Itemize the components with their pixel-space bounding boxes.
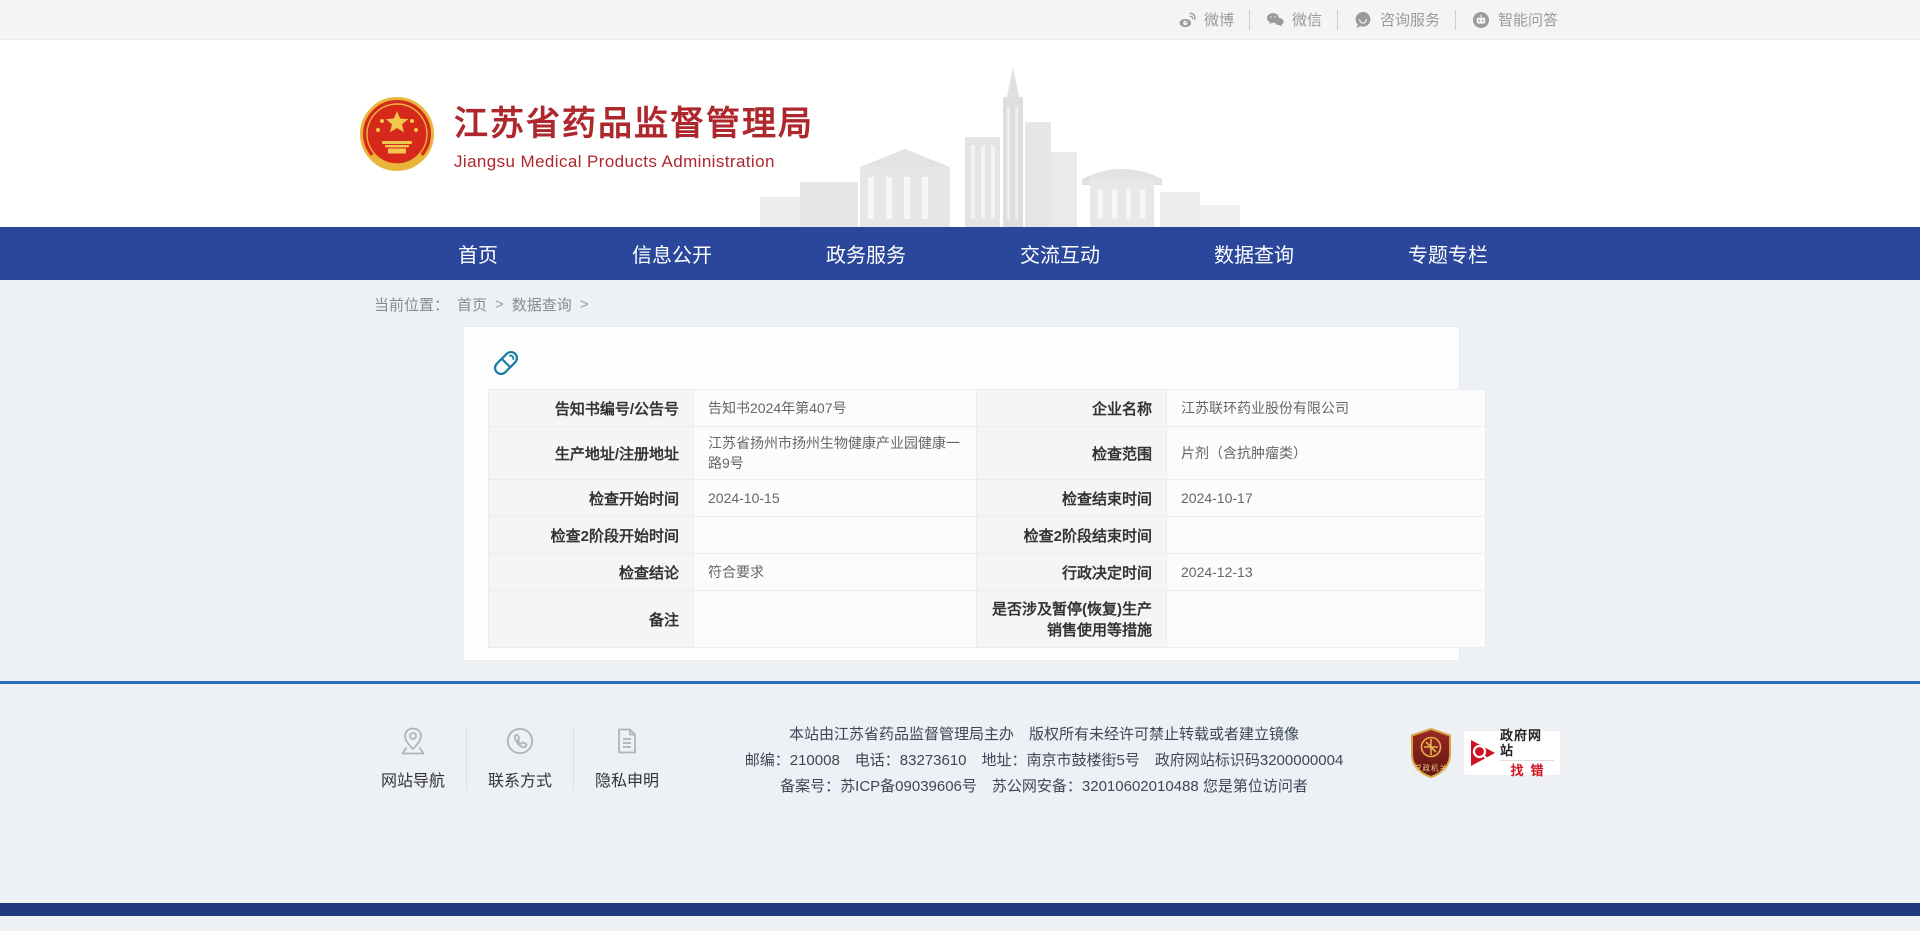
site-logo[interactable]: 江苏省药品监督管理局 Jiangsu Medical Products Admi… — [360, 96, 814, 172]
weibo-link[interactable]: 微博 — [1162, 10, 1249, 30]
footer: 网站导航 联系方式 隐私申明 本站由江 — [0, 681, 1920, 931]
breadcrumb-separator: > — [580, 296, 589, 313]
footer-link-privacy-label: 隐私申明 — [595, 767, 659, 791]
field-value-conclusion: 符合要求 — [694, 554, 977, 591]
main-content-area: 当前位置： 首页 > 数据查询 > 告知书编号/公告号 告知书2024年第407… — [0, 280, 1920, 681]
field-value-remarks — [694, 591, 977, 648]
top-utility-bar: 微博 微信 咨询服务 — [0, 0, 1920, 40]
breadcrumb-prefix: 当前位置： — [374, 294, 449, 315]
site-title: 江苏省药品监督管理局 — [454, 96, 814, 145]
table-row: 检查结论 符合要求 行政决定时间 2024-12-13 — [489, 554, 1486, 591]
phone-icon — [505, 726, 535, 756]
field-value-end-date: 2024-10-17 — [1167, 480, 1486, 517]
field-value-address: 江苏省扬州市扬州生物健康产业园健康一路9号 — [694, 427, 977, 480]
field-label-conclusion: 检查结论 — [489, 554, 694, 591]
field-value-phase2-end — [1167, 517, 1486, 554]
nav-item-info-disclosure[interactable]: 信息公开 — [590, 227, 754, 280]
error-report-badge-text: 政府网站 找错 — [1500, 728, 1554, 779]
field-value-notice-number: 告知书2024年第407号 — [694, 390, 977, 427]
field-label-phase2-end: 检查2阶段结束时间 — [977, 517, 1167, 554]
magnifier-flag-icon — [1466, 736, 1500, 770]
smart-qa-label: 智能问答 — [1498, 9, 1558, 30]
nav-item-gov-services[interactable]: 政务服务 — [784, 227, 948, 280]
footer-link-sitemap-label: 网站导航 — [381, 767, 445, 791]
footer-link-group: 网站导航 联系方式 隐私申明 — [360, 726, 680, 791]
bottom-accent-strip — [0, 903, 1920, 916]
field-value-inspection-scope: 片剂（含抗肿瘤类） — [1167, 427, 1486, 480]
robot-icon — [1471, 10, 1491, 30]
footer-line-icp: 备案号：苏ICP备09039606号 苏公网安备：32010602010488 … — [688, 774, 1400, 800]
field-label-remarks: 备注 — [489, 591, 694, 648]
weibo-icon — [1177, 10, 1197, 30]
nav-item-data-query[interactable]: 数据查询 — [1172, 227, 1336, 280]
site-subtitle: Jiangsu Medical Products Administration — [454, 152, 814, 172]
inspection-detail-card: 告知书编号/公告号 告知书2024年第407号 企业名称 江苏联环药业股份有限公… — [463, 326, 1460, 661]
table-row: 检查2阶段开始时间 检查2阶段结束时间 — [489, 517, 1486, 554]
footer-link-contact-label: 联系方式 — [488, 767, 552, 791]
map-pin-icon — [398, 726, 428, 756]
field-label-suspension-measures: 是否涉及暂停(恢复)生产销售使用等措施 — [977, 591, 1167, 648]
field-label-start-date: 检查开始时间 — [489, 480, 694, 517]
breadcrumb-link-data-query[interactable]: 数据查询 — [512, 294, 572, 315]
wechat-link[interactable]: 微信 — [1249, 10, 1337, 30]
footer-link-contact[interactable]: 联系方式 — [466, 726, 573, 791]
field-value-decision-date: 2024-12-13 — [1167, 554, 1486, 591]
gov-site-error-report-badge[interactable]: 政府网站 找错 — [1464, 731, 1560, 775]
smart-qa-link[interactable]: 智能问答 — [1455, 10, 1560, 30]
breadcrumb-separator: > — [495, 296, 504, 313]
site-header: 江苏省药品监督管理局 Jiangsu Medical Products Admi… — [0, 40, 1920, 227]
site-title-block: 江苏省药品监督管理局 Jiangsu Medical Products Admi… — [454, 96, 814, 172]
field-value-phase2-start — [694, 517, 977, 554]
consult-service-label: 咨询服务 — [1380, 9, 1440, 30]
field-label-phase2-start: 检查2阶段开始时间 — [489, 517, 694, 554]
table-row: 备注 是否涉及暂停(恢复)生产销售使用等措施 — [489, 591, 1486, 648]
shield-badge-label: 党政机关 — [1414, 763, 1448, 773]
chat-bubble-icon — [1353, 10, 1373, 30]
table-row: 检查开始时间 2024-10-15 检查结束时间 2024-10-17 — [489, 480, 1486, 517]
pill-capsule-icon — [490, 347, 522, 379]
error-report-badge-line2: 找错 — [1500, 760, 1554, 779]
field-label-decision-date: 行政决定时间 — [977, 554, 1167, 591]
footer-link-privacy[interactable]: 隐私申明 — [573, 726, 680, 791]
field-label-address: 生产地址/注册地址 — [489, 427, 694, 480]
field-value-company-name: 江苏联环药业股份有限公司 — [1167, 390, 1486, 427]
field-label-end-date: 检查结束时间 — [977, 480, 1167, 517]
footer-link-sitemap[interactable]: 网站导航 — [360, 726, 466, 791]
footer-info-text: 本站由江苏省药品监督管理局主办 版权所有未经许可禁止转载或者建立镜像 邮编：21… — [680, 722, 1408, 800]
table-row: 生产地址/注册地址 江苏省扬州市扬州生物健康产业园健康一路9号 检查范围 片剂（… — [489, 427, 1486, 480]
breadcrumb-link-home[interactable]: 首页 — [457, 294, 487, 315]
nav-item-special-topics[interactable]: 专题专栏 — [1366, 227, 1530, 280]
document-icon — [612, 726, 642, 756]
field-label-notice-number: 告知书编号/公告号 — [489, 390, 694, 427]
table-row: 告知书编号/公告号 告知书2024年第407号 企业名称 江苏联环药业股份有限公… — [489, 390, 1486, 427]
nav-item-home[interactable]: 首页 — [396, 227, 560, 280]
error-report-badge-line1: 政府网站 — [1500, 728, 1554, 758]
field-value-start-date: 2024-10-15 — [694, 480, 977, 517]
wechat-label: 微信 — [1292, 9, 1322, 30]
field-value-suspension-measures — [1167, 591, 1486, 648]
national-emblem-icon — [360, 97, 434, 171]
wechat-icon — [1265, 10, 1285, 30]
city-skyline-graphic — [760, 67, 1240, 227]
main-navigation: 首页 信息公开 政务服务 交流互动 数据查询 专题专栏 — [0, 227, 1920, 280]
party-gov-shield-badge[interactable]: 党政机关 — [1408, 727, 1454, 779]
consult-service-link[interactable]: 咨询服务 — [1337, 10, 1455, 30]
footer-badges: 党政机关 政府网站 找错 — [1408, 726, 1560, 779]
footer-line-host: 本站由江苏省药品监督管理局主办 版权所有未经许可禁止转载或者建立镜像 — [688, 722, 1400, 748]
weibo-label: 微博 — [1204, 9, 1234, 30]
inspection-detail-table: 告知书编号/公告号 告知书2024年第407号 企业名称 江苏联环药业股份有限公… — [488, 389, 1486, 648]
footer-line-contact: 邮编：210008 电话：83273610 地址：南京市鼓楼街5号 政府网站标识… — [688, 748, 1400, 774]
breadcrumb: 当前位置： 首页 > 数据查询 > — [360, 280, 1560, 326]
nav-item-interaction[interactable]: 交流互动 — [978, 227, 1142, 280]
field-label-inspection-scope: 检查范围 — [977, 427, 1167, 480]
field-label-company-name: 企业名称 — [977, 390, 1167, 427]
